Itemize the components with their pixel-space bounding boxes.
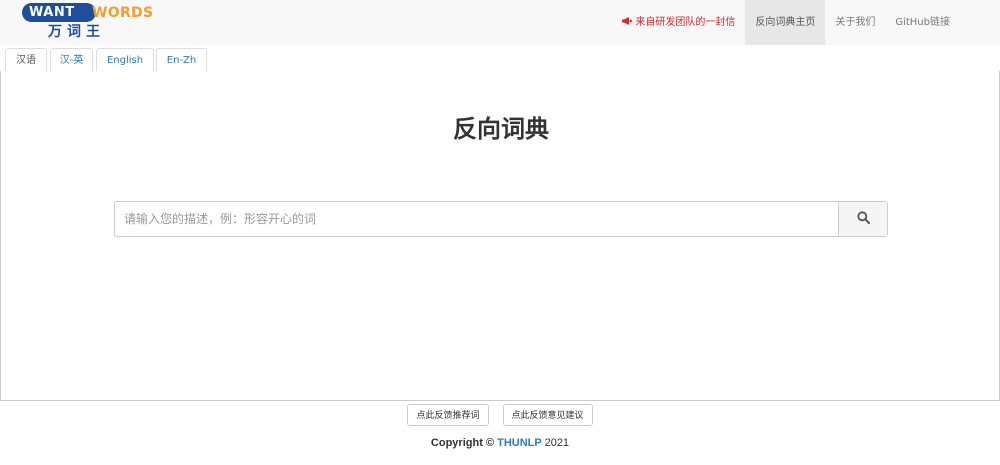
feedback-suggestions-button[interactable]: 点此反馈意见建议 [502, 404, 593, 426]
wantwords-logo[interactable]: WANT WORDS 万词王 [22, 3, 153, 41]
nav-links: 来自研发团队的一封信 反向词典主页 关于我们 GitHub链接 [612, 0, 960, 45]
feedback-buttons: 点此反馈推荐词 点此反馈意见建议 [0, 404, 1000, 428]
feedback-words-button[interactable]: 点此反馈推荐词 [407, 404, 489, 426]
nav-letter-label: 来自研发团队的一封信 [635, 17, 736, 28]
tab-english[interactable]: English [96, 48, 154, 73]
top-navbar: WANT WORDS 万词王 来自研发团队的一封信 反向词典主页 关于我们 Gi… [0, 0, 1000, 45]
search-input[interactable] [115, 202, 838, 236]
main-panel: 反向词典 [0, 71, 1000, 401]
nav-github-link[interactable]: GitHub链接 [885, 0, 960, 45]
logo-chinese-text: 万词王 [48, 24, 105, 40]
tab-chinese-english[interactable]: 汉-英 [50, 48, 93, 73]
search-bar [114, 201, 888, 237]
nav-home-link[interactable]: 反向词典主页 [745, 0, 826, 45]
tab-chinese[interactable]: 汉语 [5, 48, 47, 73]
page-title: 反向词典 [453, 114, 549, 143]
copyright-year: 2021 [544, 437, 570, 449]
logo-want-pill: WANT [22, 3, 96, 22]
nav-letter-link[interactable]: 来自研发团队的一封信 [612, 0, 745, 45]
language-tabs: 汉语 汉-英 English En-Zh [0, 45, 1000, 73]
megaphone-icon [622, 1, 633, 46]
tab-english-chinese[interactable]: En-Zh [156, 48, 207, 73]
copyright-org-link[interactable]: THUNLP [497, 437, 541, 449]
copyright: Copyright © THUNLP 2021 [0, 437, 1000, 449]
copyright-prefix: Copyright © [430, 437, 495, 449]
search-button[interactable] [838, 202, 887, 236]
nav-about-link[interactable]: 关于我们 [825, 0, 885, 45]
search-icon [856, 211, 870, 227]
logo-words-text: WORDS [92, 5, 154, 21]
